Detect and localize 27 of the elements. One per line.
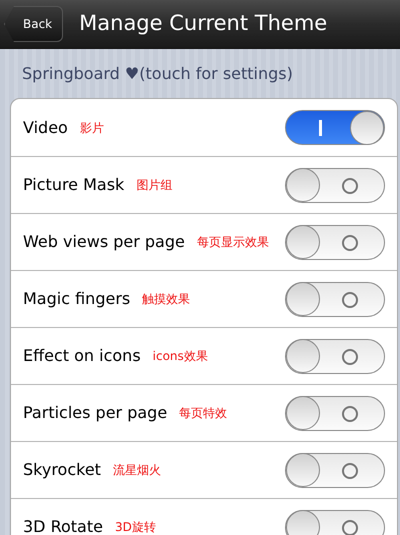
annotation-text: icons效果	[152, 348, 209, 365]
toggle-switch[interactable]	[285, 338, 385, 374]
toggle-switch[interactable]	[285, 452, 385, 488]
annotation-text: 流星烟火	[112, 462, 162, 479]
toggle-switch[interactable]	[285, 110, 385, 145]
setting-label: Web views per page	[23, 231, 185, 253]
setting-label: Picture Mask	[23, 174, 124, 196]
setting-label: Effect on icons	[23, 345, 141, 367]
toggle-switch[interactable]	[285, 396, 385, 430]
annotation-text: 每页特效	[178, 405, 228, 422]
setting-label: Video	[23, 116, 68, 138]
annotation-text: 3D旋转	[114, 519, 157, 535]
toggle-switch[interactable]	[285, 224, 385, 260]
toggle-switch[interactable]	[285, 282, 385, 316]
toggle-switch[interactable]	[285, 168, 385, 202]
window-title: Manage Current Theme	[79, 10, 328, 38]
section-header[interactable]: Springboard ♥(touch for settings)	[22, 62, 293, 86]
toggle-switch[interactable]	[285, 510, 385, 535]
setting-label: Particles per page	[23, 402, 168, 424]
setting-label: Skyrocket	[23, 459, 101, 481]
annotation-text: 图片组	[135, 177, 174, 194]
setting-label: Magic fingers	[23, 288, 130, 310]
back-button[interactable]: Back	[4, 6, 64, 42]
annotation-text: 每页显示效果	[196, 234, 270, 251]
setting-label: 3D Rotate	[23, 516, 103, 535]
annotation-text: 触摸效果	[141, 291, 192, 308]
annotation-text: 影片	[78, 120, 105, 136]
